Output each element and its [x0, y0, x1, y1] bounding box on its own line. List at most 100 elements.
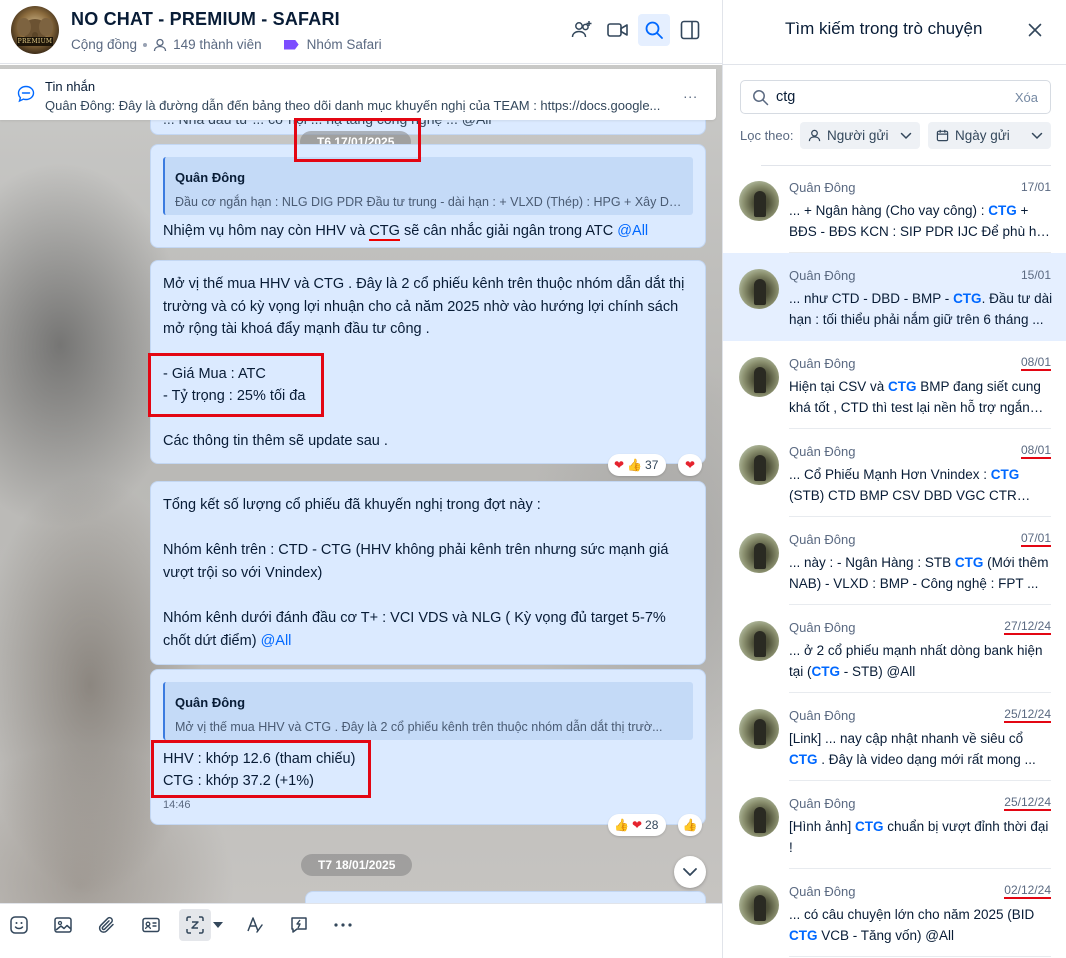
react-button[interactable]: 👍: [678, 814, 702, 836]
attach-file-button[interactable]: [91, 909, 123, 941]
result-sender: Quân Đông: [789, 796, 856, 811]
search-result-item[interactable]: Quân Đông 25/12/24 [Link] ... nay cập nhật…: [723, 693, 1066, 781]
search-icon: [753, 90, 769, 106]
snippet-keyword: CTG: [811, 664, 841, 679]
toggle-panel-button[interactable]: [674, 14, 706, 46]
member-count[interactable]: 149 thành viên: [173, 37, 262, 52]
message-bubble-partial[interactable]: [305, 891, 706, 903]
search-result-item[interactable]: Quân Đông 08/01 Hiện tại CSV và CTG BMP đa…: [723, 341, 1066, 429]
search-panel: Tìm kiếm trong trò chuyện Xóa Lọc theo: …: [722, 0, 1066, 958]
video-call-icon: [607, 23, 628, 37]
message-text: Các thông tin thêm sẽ update sau .: [163, 433, 388, 449]
sender-avatar: [739, 269, 779, 309]
result-snippet: ... này : - Ngân Hàng : STB CTG (Mới thê…: [789, 552, 1054, 594]
result-snippet: ... ở 2 cổ phiếu mạnh nhất dòng bank hiệ…: [789, 640, 1054, 682]
search-result-item[interactable]: Quân Đông 08/01 ... Cổ Phiếu Mạnh Hơn Vnin…: [723, 429, 1066, 517]
quick-message-button[interactable]: [283, 909, 315, 941]
reactions-pill[interactable]: ❤ 👍 37: [608, 454, 667, 476]
snippet-text: Hiện tại CSV và: [789, 379, 889, 394]
sender-avatar: [739, 621, 779, 661]
search-result-item[interactable]: Quân Đông 02/12/24 ... có câu chuyện lớn c…: [723, 869, 1066, 957]
sender-avatar: [739, 357, 779, 397]
react-button[interactable]: ❤: [678, 454, 702, 476]
mention-all[interactable]: @All: [261, 633, 292, 649]
search-toggle-button[interactable]: [638, 14, 670, 46]
message-text: Nhiệm vụ hôm nay còn HHV và CTG sẽ cân n…: [163, 220, 648, 243]
mention-all[interactable]: @All: [617, 223, 648, 239]
search-result-item[interactable]: Quân Đông 25/12/24 [Hình ảnh] CTG chuẩn bị…: [723, 781, 1066, 869]
search-result-item[interactable]: Quân Đông 07/01 ... này : - Ngân Hàng : ST…: [723, 517, 1066, 605]
close-icon: [1028, 23, 1042, 37]
result-sender: Quân Đông: [789, 444, 856, 459]
sender-avatar: [739, 797, 779, 837]
search-input[interactable]: [776, 87, 996, 107]
group-meta: Cộng đồng 149 thành viên Nhóm Safari: [71, 37, 382, 52]
quick-message-icon: [291, 917, 307, 933]
snippet-keyword: CTG: [988, 203, 1017, 218]
add-member-button[interactable]: [566, 14, 598, 46]
message-bubble[interactable]: Quân Đông Đầu cơ ngắn hạn : NLG DIG PDR …: [150, 144, 706, 248]
dropdown-icon: [213, 922, 223, 928]
quote-text: Đầu cơ ngắn hạn : NLG DIG PDR Đầu tư tru…: [175, 195, 685, 209]
message-list[interactable]: ... Nhà đầu tư ... cơ hội ... hạ tầng cô…: [0, 65, 722, 903]
search-icon: [645, 21, 663, 39]
filter-date-dropdown[interactable]: Ngày gửi: [928, 122, 1051, 149]
filter-sender-label: Người gửi: [827, 128, 889, 143]
thumbs-up-icon: 👍: [614, 818, 629, 832]
search-panel-title: Tìm kiếm trong trò chuyện: [785, 19, 983, 38]
result-date: 25/12/24: [1004, 707, 1051, 723]
search-result-item[interactable]: Quân Đông 27/12/24 ... ở 2 cổ phiếu mạnh n…: [723, 605, 1066, 693]
search-result-item[interactable]: Quân Đông 15/01 ... như CTD - DBD - BMP - …: [723, 253, 1066, 341]
search-result-item[interactable]: Quân Đông 17/01 ... + Ngân hàng (Cho vay c…: [723, 165, 1066, 253]
group-tag[interactable]: Nhóm Safari: [307, 37, 382, 52]
message-bubble[interactable]: Tổng kết số lượng cổ phiếu đã khuyến ngh…: [150, 481, 706, 665]
more-options-button[interactable]: [327, 909, 359, 941]
result-date: 07/01: [1020, 531, 1051, 547]
close-search-button[interactable]: [1021, 16, 1049, 44]
text-part: Nhóm kênh dưới đánh đầu cơ T+ : VCI VDS …: [163, 610, 666, 649]
keyword-ctg: CTG: [369, 223, 400, 241]
sticker-icon: [10, 916, 28, 934]
pinned-message-bar[interactable]: Tin nhắn Quân Đông: Đây là đường dẫn đến…: [0, 69, 716, 120]
sender-avatar: [739, 709, 779, 749]
reactions-pill[interactable]: 👍 ❤ 28: [608, 814, 667, 836]
snippet-keyword: CTG: [953, 291, 982, 306]
composer-toolbar: [0, 903, 722, 958]
filter-date-label: Ngày gửi: [955, 128, 1010, 143]
result-snippet: [Link] ... nay cập nhật nhanh về siêu cổ…: [789, 728, 1054, 770]
sticker-button[interactable]: [3, 909, 35, 941]
filter-sender-dropdown[interactable]: Người gửi: [800, 122, 920, 149]
sender-avatar: [739, 533, 779, 573]
screenshot-options-dropdown[interactable]: [209, 909, 227, 941]
quote-sender: Quân Đông: [175, 695, 246, 710]
snippet-text: [Hình ảnh]: [789, 819, 856, 834]
sender-avatar: [739, 181, 779, 221]
snippet-text: ... + Ngân hàng (Cho vay công) :: [789, 203, 989, 218]
text-part: Nhiệm vụ hôm nay còn HHV và: [163, 223, 370, 239]
screenshot-button[interactable]: [179, 909, 211, 941]
video-call-button[interactable]: [602, 14, 634, 46]
result-snippet: [Hình ảnh] CTG chuẩn bị vượt đỉnh thời đ…: [789, 816, 1054, 858]
highlight-box: [294, 118, 421, 162]
quoted-message[interactable]: Quân Đông Đầu cơ ngắn hạn : NLG DIG PDR …: [163, 157, 693, 215]
heart-icon: ❤: [614, 458, 625, 472]
format-text-button[interactable]: [239, 909, 271, 941]
result-sender: Quân Đông: [789, 620, 856, 635]
clear-search-button[interactable]: Xóa: [1015, 90, 1038, 105]
quoted-message[interactable]: Quân Đông Mở vị thế mua HHV và CTG . Đây…: [163, 682, 693, 740]
group-name[interactable]: NO CHAT - PREMIUM - SAFARI: [71, 9, 340, 30]
pinned-more-button[interactable]: ...: [683, 85, 698, 101]
add-member-icon: [571, 21, 592, 38]
result-sender: Quân Đông: [789, 356, 856, 371]
scroll-to-bottom-button[interactable]: [674, 856, 706, 888]
calendar-icon: [936, 129, 949, 142]
message-text: Nhóm kênh trên : CTD - CTG (HHV không ph…: [163, 542, 669, 581]
message-bubble-icon: [17, 85, 35, 103]
result-snippet: ... + Ngân hàng (Cho vay công) : CTG + B…: [789, 200, 1054, 242]
snippet-keyword: CTG: [789, 928, 818, 943]
highlight-box: [148, 353, 324, 417]
result-date: 27/12/24: [1004, 619, 1051, 635]
contact-card-button[interactable]: [135, 909, 167, 941]
image-button[interactable]: [47, 909, 79, 941]
group-avatar[interactable]: PREMIUM: [11, 6, 59, 54]
